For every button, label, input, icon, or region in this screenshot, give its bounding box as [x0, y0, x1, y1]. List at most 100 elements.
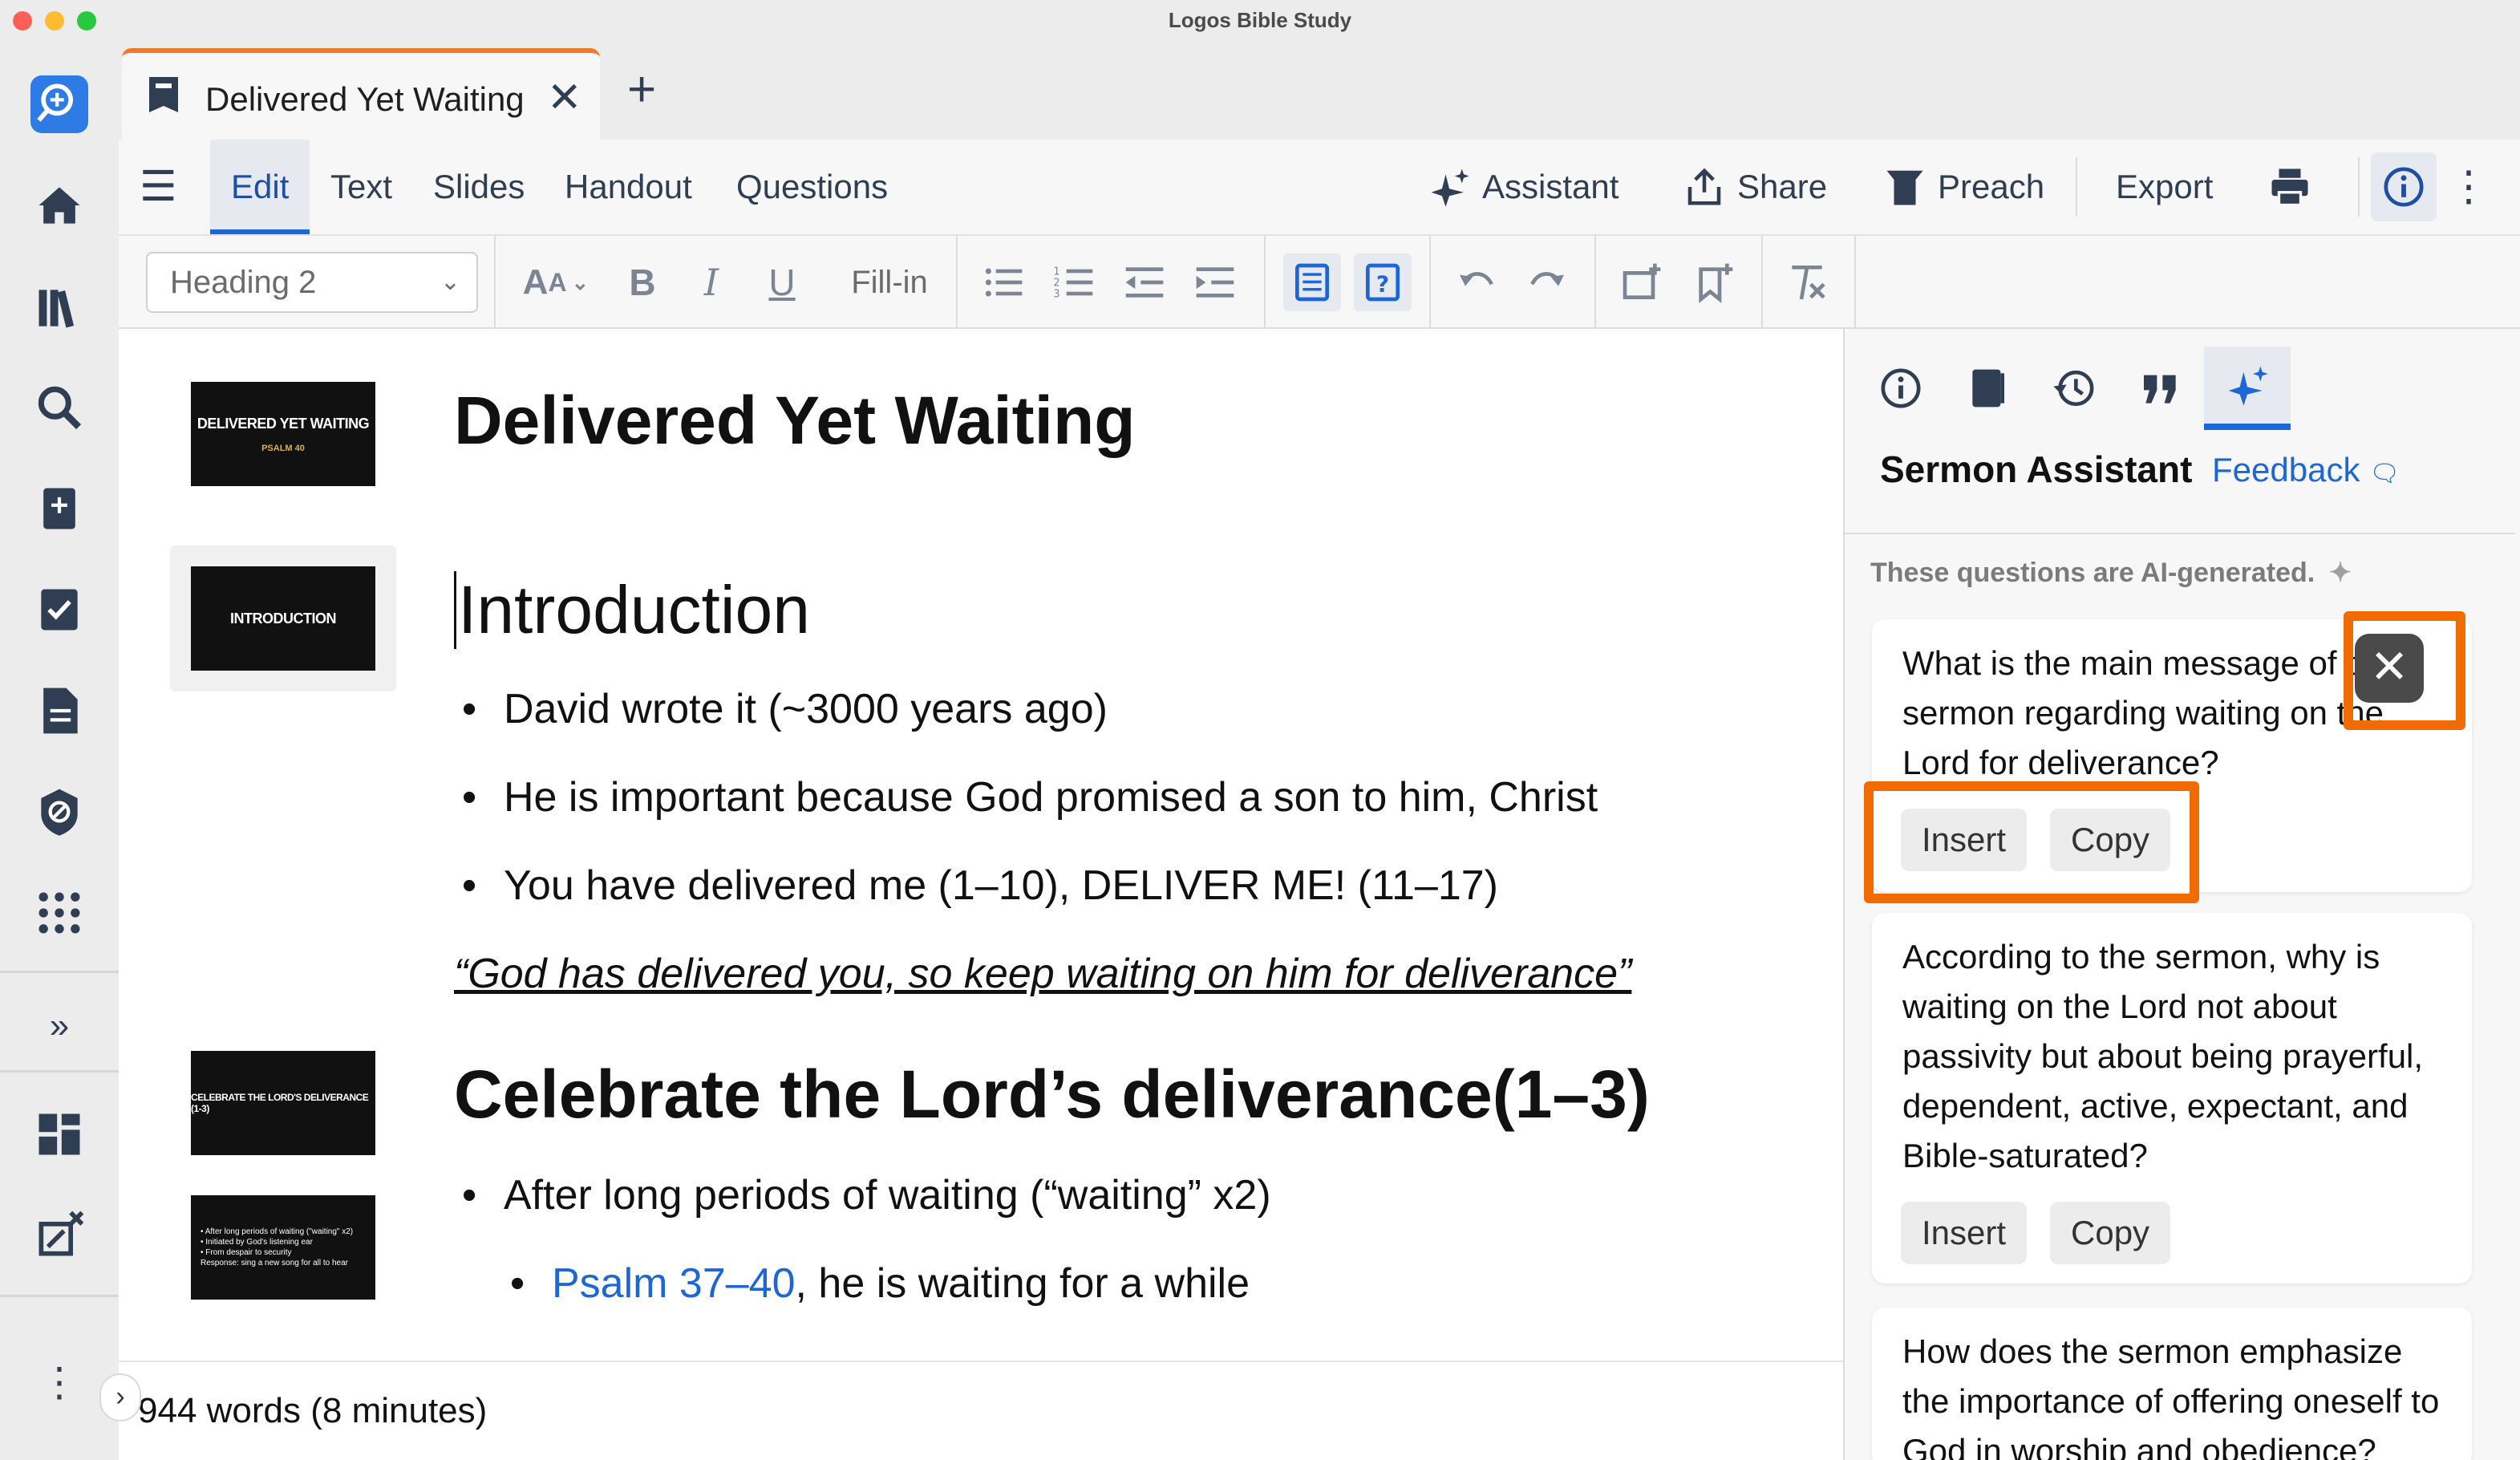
sermon-editor[interactable]: DELIVERED YET WAITING PSALM 40 Delivered… [119, 329, 1843, 1361]
slide-thumbnail-introduction[interactable]: INTRODUCTION [191, 566, 375, 671]
insert-button[interactable]: Insert [1901, 1202, 2028, 1264]
menu-questions[interactable]: Questions [736, 140, 888, 234]
preach-button[interactable]: Preach [1883, 140, 2044, 234]
underline-icon[interactable]: U [756, 253, 808, 311]
scripture-link[interactable]: Psalm 37–40 [552, 1260, 796, 1307]
question-card: According to the sermon, why is waiting … [1872, 913, 2472, 1284]
paragraph-style-value: Heading 2 [170, 265, 317, 300]
history-icon [2053, 370, 2094, 407]
quote-icon [2144, 375, 2176, 404]
slide-title-text: CELEBRATE THE LORD'S DELIVERANCE (1-3) [191, 1092, 369, 1114]
tab-strip: Delivered Yet Waiting ✕ + [119, 42, 2520, 140]
question-card: How does the sermon emphasize the import… [1872, 1308, 2472, 1460]
question-text: How does the sermon emphasize the import… [1902, 1332, 2440, 1460]
undo-icon[interactable] [1450, 253, 1503, 311]
window-title: Logos Bible Study [1168, 8, 1352, 32]
paragraph-style-select[interactable]: Heading 2 ⌄ [146, 252, 478, 313]
left-rail: » ⋮ [0, 42, 119, 1460]
close-tab-icon[interactable]: ✕ [547, 74, 582, 122]
panel-tab-notebook[interactable] [1944, 347, 2031, 430]
print-button[interactable] [2268, 140, 2323, 234]
svg-text:2: 2 [1053, 278, 1059, 290]
outdent-icon[interactable] [1118, 253, 1171, 311]
new-tab-icon[interactable]: + [627, 61, 656, 118]
heading-celebrate[interactable]: Celebrate the Lord’s deliverance(1–3) [454, 1056, 1650, 1134]
layouts-icon[interactable] [30, 1105, 88, 1163]
block-format-icon[interactable] [1283, 253, 1341, 311]
shield-icon[interactable] [30, 783, 88, 841]
font-size-icon[interactable]: A A ⌄ [520, 253, 592, 311]
share-label: Share [1737, 168, 1828, 205]
expand-rail-icon[interactable]: » [30, 1006, 88, 1046]
menu-handout[interactable]: Handout [565, 140, 692, 234]
menu-divider [2076, 157, 2077, 217]
menu-edit[interactable]: Edit [210, 140, 310, 234]
fill-in-button[interactable]: Fill-in [837, 253, 942, 311]
add-bookmark-icon[interactable] [1687, 253, 1740, 311]
preach-label: Preach [1938, 168, 2045, 205]
printer-icon [2271, 168, 2308, 207]
feedback-link[interactable]: Feedback 🗨 [2212, 451, 2400, 489]
panel-title: Sermon Assistant [1880, 448, 2193, 490]
rail-divider [0, 971, 119, 973]
panel-tab-quotes[interactable] [2117, 347, 2204, 430]
panel-tab-assistant[interactable] [2204, 347, 2291, 430]
home-icon[interactable] [30, 176, 88, 234]
panel-tab-info[interactable] [1858, 347, 1944, 430]
assistant-label: Assistant [1482, 168, 1619, 205]
menu-slides[interactable]: Slides [433, 140, 525, 234]
quote-line[interactable]: “God has delivered you, so keep waiting … [454, 950, 1631, 998]
document-title[interactable]: Delivered Yet Waiting [454, 382, 1136, 460]
more-menu-icon[interactable]: ⋮ [2448, 140, 2490, 234]
clear-formatting-icon[interactable] [1781, 253, 1833, 311]
slide-line: • From despair to security [201, 1248, 292, 1257]
svg-text:3: 3 [1053, 289, 1059, 301]
copy-button[interactable]: Copy [2050, 1202, 2171, 1264]
toolbar-divider [1594, 236, 1596, 329]
logos-search-icon[interactable] [30, 75, 88, 133]
slide-thumbnail-celebrate[interactable]: CELEBRATE THE LORD'S DELIVERANCE (1-3) [191, 1051, 375, 1155]
italic-icon[interactable]: I [685, 253, 738, 311]
document-icon[interactable] [30, 682, 88, 740]
sparkle-icon [1431, 168, 1469, 207]
menu-text[interactable]: Text [330, 140, 392, 234]
share-button[interactable]: Share [1683, 140, 1827, 234]
toolbar-divider [1264, 236, 1266, 329]
indent-icon[interactable] [1189, 253, 1242, 311]
sparkle-icon: ✦ [2328, 558, 2352, 588]
bulleted-list-icon[interactable] [977, 253, 1030, 311]
slide-title-text: INTRODUCTION [230, 610, 337, 627]
rail-divider [0, 1295, 119, 1297]
apps-grid-icon[interactable] [30, 884, 88, 942]
comment-icon: 🗨 [2369, 460, 2400, 487]
bold-icon[interactable]: B [616, 253, 669, 311]
slide-line: Response: sing a new song for all to hea… [201, 1259, 348, 1267]
slide-subtitle-text: PSALM 40 [261, 443, 305, 453]
more-options-icon[interactable]: ⋮ [30, 1362, 88, 1402]
question-block-icon[interactable]: ? [1354, 253, 1412, 311]
slide-thumbnail-bullets[interactable]: • After long periods of waiting ("waitin… [191, 1195, 375, 1300]
close-panels-icon[interactable] [30, 1207, 88, 1264]
checklist-icon[interactable] [30, 581, 88, 639]
slide-thumbnail-title[interactable]: DELIVERED YET WAITING PSALM 40 [191, 382, 375, 486]
document-tab[interactable]: Delivered Yet Waiting ✕ [122, 48, 600, 140]
redo-icon[interactable] [1521, 253, 1574, 311]
search-icon[interactable] [30, 379, 88, 436]
status-bar: 944 words (8 minutes) [119, 1361, 1843, 1460]
rail-divider [0, 1070, 119, 1073]
hamburger-menu-icon[interactable]: ☰ [140, 140, 177, 234]
add-slide-icon[interactable] [1615, 253, 1668, 311]
highlight-box-actions [1864, 781, 2199, 903]
export-button[interactable]: Export [2116, 140, 2213, 234]
menu-divider [2358, 157, 2360, 217]
panel-tab-history[interactable] [2031, 347, 2117, 430]
numbered-list-icon[interactable]: 123 [1047, 253, 1100, 311]
heading-introduction[interactable]: Introduction [454, 571, 810, 649]
sermon-document-icon [149, 77, 178, 112]
assistant-button[interactable]: Assistant [1428, 140, 1619, 234]
library-icon[interactable] [30, 279, 88, 337]
chevron-right-icon[interactable]: › [99, 1373, 141, 1421]
toolbar-divider [1429, 236, 1431, 329]
info-panel-toggle[interactable] [2371, 152, 2437, 221]
bible-add-icon[interactable] [30, 480, 88, 537]
